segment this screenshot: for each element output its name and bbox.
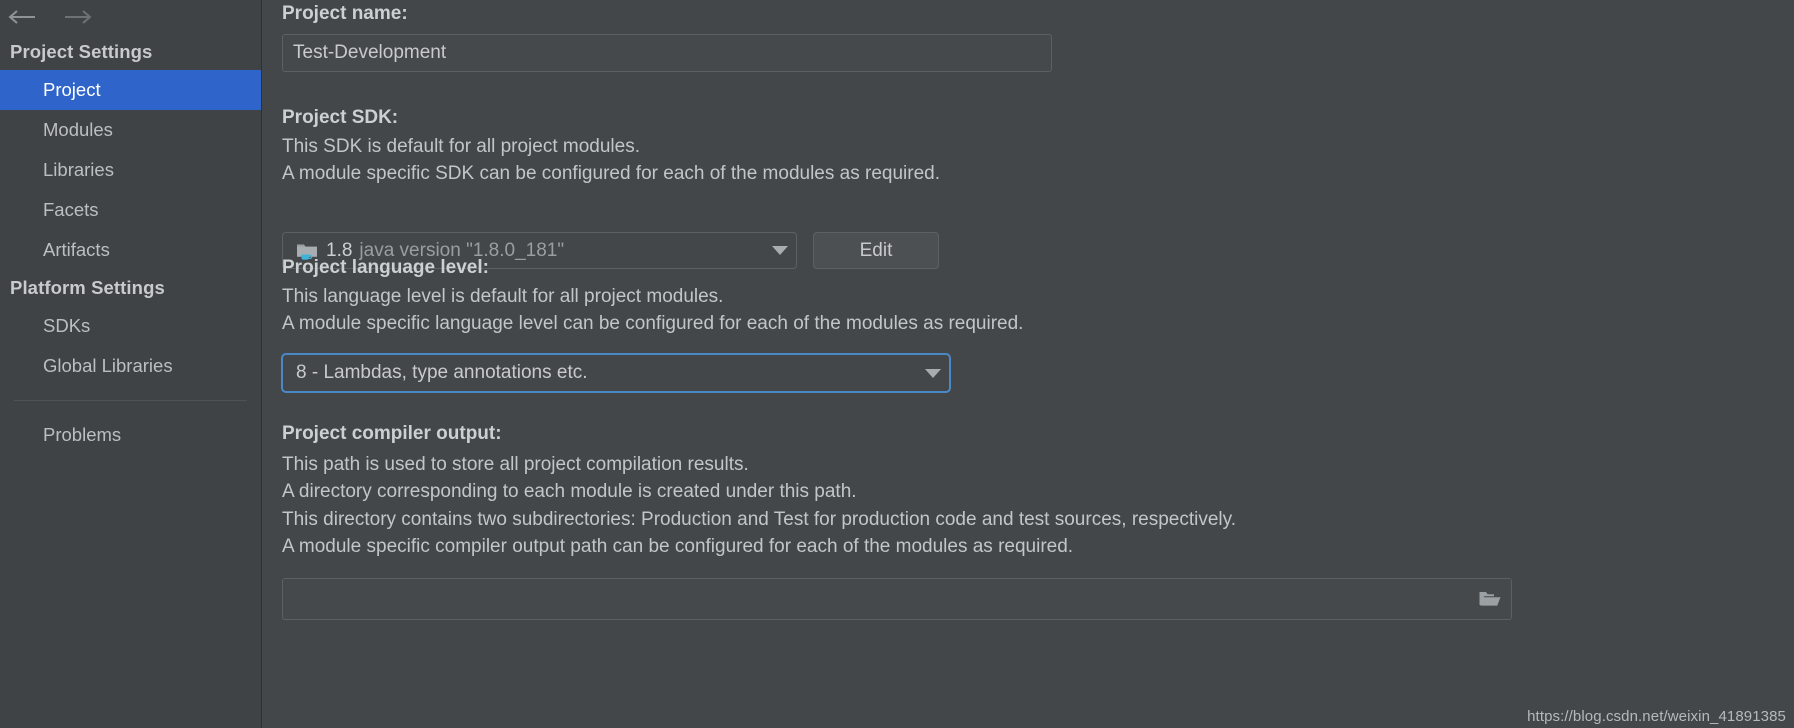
sidebar-item-sdks[interactable]: SDKs — [0, 306, 261, 346]
settings-sidebar: Project Settings Project Modules Librari… — [0, 0, 262, 728]
chevron-down-icon — [925, 368, 941, 378]
compiler-output-desc-1: This path is used to store all project c… — [282, 454, 749, 475]
sidebar-group-header-project-settings: Project Settings — [10, 41, 153, 62]
watermark-url: https://blog.csdn.net/weixin_41891385 — [1527, 708, 1786, 725]
compiler-output-path-input[interactable] — [282, 578, 1512, 620]
project-structure-dialog: Project Settings Project Modules Librari… — [0, 0, 1794, 728]
sidebar-nav-arrows — [0, 0, 261, 34]
sidebar-item-problems[interactable]: Problems — [0, 415, 261, 455]
project-name-value: Test-Development — [293, 42, 447, 63]
sidebar-divider — [14, 400, 247, 401]
project-sdk-label: Project SDK: — [282, 107, 399, 128]
project-name-label: Project name: — [282, 3, 408, 24]
language-level-desc-2: A module specific language level can be … — [282, 313, 1024, 334]
language-level-value: 8 - Lambdas, type annotations etc. — [296, 362, 588, 383]
sidebar-item-facets[interactable]: Facets — [0, 190, 261, 230]
arrow-right-icon[interactable] — [60, 2, 94, 32]
sidebar-item-artifacts[interactable]: Artifacts — [0, 230, 261, 270]
compiler-output-desc-2: A directory corresponding to each module… — [282, 481, 857, 502]
project-sdk-desc-2: A module specific SDK can be configured … — [282, 163, 940, 184]
compiler-output-desc-4: A module specific compiler output path c… — [282, 536, 1074, 557]
compiler-output-desc-3: This directory contains two subdirectori… — [282, 509, 1236, 530]
project-sdk-desc-1: This SDK is default for all project modu… — [282, 136, 640, 157]
sidebar-item-libraries[interactable]: Libraries — [0, 150, 261, 190]
chevron-down-icon — [772, 246, 788, 255]
folder-open-icon[interactable] — [1475, 584, 1505, 614]
language-level-label: Project language level: — [282, 257, 489, 278]
sidebar-item-global-libraries[interactable]: Global Libraries — [0, 346, 261, 386]
sidebar-item-modules[interactable]: Modules — [0, 110, 261, 150]
arrow-left-icon[interactable] — [6, 2, 40, 32]
sidebar-group-header-platform-settings: Platform Settings — [10, 277, 165, 298]
language-level-desc-1: This language level is default for all p… — [282, 286, 724, 307]
sidebar-item-project[interactable]: Project — [0, 70, 261, 110]
project-name-input[interactable]: Test-Development — [282, 34, 1052, 72]
sdk-edit-button[interactable]: Edit — [813, 232, 939, 269]
compiler-output-label: Project compiler output: — [282, 423, 502, 444]
language-level-combo[interactable]: 8 - Lambdas, type annotations etc. — [281, 353, 951, 393]
project-settings-panel: Project name: Test-Development Project S… — [262, 0, 1794, 728]
